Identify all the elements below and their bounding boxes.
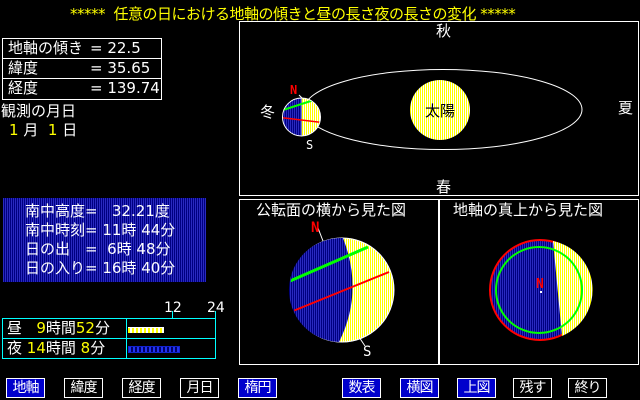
culmination-altitude: 南中高度= 32.21度 (25, 202, 206, 221)
longitude-label: 経度 (8, 79, 90, 99)
season-label-winter: 冬 (260, 104, 275, 121)
day-unit: 日 (57, 121, 77, 139)
axis-tilt-value: = 22.5 (90, 39, 141, 58)
month-unit: 月 (19, 121, 48, 139)
orbit-figure: 秋 春 冬 夏 太陽 (239, 21, 639, 196)
pole-dot (540, 291, 542, 293)
latitude-label: 緯度 (8, 59, 90, 78)
side-view-figure: 公転面の横から見た図 N S (239, 199, 439, 365)
app-screen: ***** 任意の日における地軸の傾きと昼の長さ夜の長さの変化 ***** 地軸… (0, 0, 640, 400)
observation-date: 1 月 1 日 (9, 122, 77, 139)
side-view-title: 公転面の横から見た図 (256, 202, 406, 219)
axis-tilt-label: 地軸の傾き (8, 39, 90, 58)
menu-item-side-view[interactable]: 横図 (400, 378, 439, 398)
parameter-box: 地軸の傾き = 22.5 緯度 = 35.65 経度 = 139.74 (2, 38, 162, 100)
menu-item-longitude[interactable]: 経度 (122, 378, 161, 398)
top-view-figure: 地軸の真上から見た図 N (439, 199, 639, 365)
season-label-summer: 夏 (618, 100, 633, 117)
night-length-row: 夜 14時間 8分 (3, 339, 215, 359)
menu-item-latitude[interactable]: 緯度 (64, 378, 103, 398)
latitude-row: 緯度 = 35.65 (3, 59, 161, 79)
season-label-spring: 春 (436, 179, 451, 196)
day-night-length-box: 昼 9時間52分 夜 14時間 8分 (2, 318, 216, 359)
tick-mark-12 (172, 311, 173, 318)
day-value: 1 (48, 121, 58, 139)
culmination-time: 南中時刻= 11時 44分 (25, 221, 206, 240)
orbit-diagram: 太陽 N S (240, 22, 638, 195)
top-view-title: 地軸の真上から見た図 (453, 202, 603, 219)
top-view-diagram: N (440, 200, 638, 364)
longitude-value: = 139.74 (90, 79, 160, 99)
latitude-value: = 35.65 (90, 59, 150, 78)
north-pole-label: N (536, 277, 544, 292)
menu-item-top-view[interactable]: 上図 (457, 378, 496, 398)
tick-mark-24 (215, 311, 216, 318)
day-length-row: 昼 9時間52分 (3, 319, 215, 339)
sunrise-time: 日の出 = 6時 48分 (25, 240, 206, 259)
observation-date-heading: 観測の月日 (1, 103, 76, 120)
north-pole-label: N (290, 83, 297, 97)
sunset-time: 日の入り= 16時 40分 (25, 259, 206, 278)
sun-label: 太陽 (425, 102, 455, 120)
month-value: 1 (9, 121, 19, 139)
south-pole-label: S (363, 344, 371, 360)
season-label-autumn: 秋 (436, 23, 451, 40)
north-pole-label: N (311, 220, 319, 236)
menu-item-axis-tilt[interactable]: 地軸 (6, 378, 45, 398)
results-panel: 南中高度= 32.21度 南中時刻= 11時 44分 日の出 = 6時 48分 … (3, 198, 206, 282)
menu-item-table[interactable]: 数表 (342, 378, 381, 398)
menu-item-keep[interactable]: 残す (513, 378, 552, 398)
axis-tilt-row: 地軸の傾き = 22.5 (3, 39, 161, 59)
south-pole-label: S (306, 138, 313, 152)
menu-item-date[interactable]: 月日 (180, 378, 219, 398)
menu-item-ellipse[interactable]: 楕円 (238, 378, 277, 398)
longitude-row: 経度 = 139.74 (3, 79, 161, 99)
side-view-diagram: N S (240, 200, 438, 364)
menu-item-quit[interactable]: 終り (568, 378, 607, 398)
day-length-bar (128, 327, 164, 333)
night-length-bar (128, 346, 180, 353)
